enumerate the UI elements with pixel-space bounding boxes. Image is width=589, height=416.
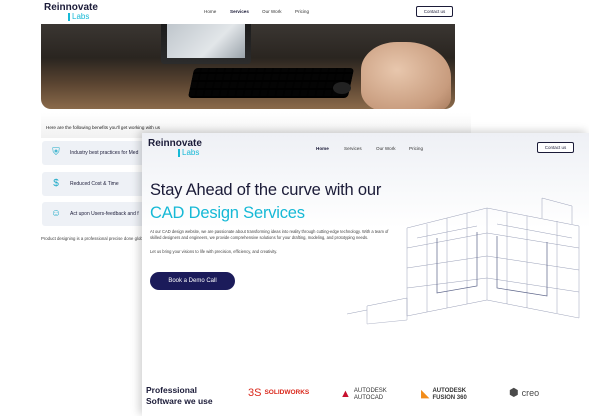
section-fade [142,313,589,373]
autocad-icon: ▲ [340,388,351,400]
autocad-product: AUTOCAD [353,394,384,401]
fusion-product: FUSION 360 [432,394,467,401]
software-section-title: Professional Software we use [146,385,213,407]
nav-home[interactable]: Home [316,146,329,151]
book-demo-button[interactable]: Book a Demo Call [150,272,235,290]
benefit-label: Act upon Users-feedback and f [70,211,139,217]
hero-description: At our CAD design website, we are passio… [150,229,389,240]
building-wireframe-illustration [346,188,589,328]
solidworks-icon: 3S [248,387,262,399]
shield-check-icon: ⛨ [52,147,60,158]
nav-our-work[interactable]: Our Work [376,146,396,151]
logo-subtext: Labs [178,149,202,157]
hero-image [41,24,455,109]
home-page: Reinnovate Labs Home Services Our Work P… [142,133,589,416]
creo-logo: ⬢ creo [509,388,539,399]
nav-our-work[interactable]: Our Work [262,9,282,14]
fusion360-wordmark: AUTODESK FUSION 360 [432,388,466,401]
creo-wordmark: creo [521,388,540,399]
reinnovate-logo[interactable]: Reinnovate Labs [148,139,202,157]
logo-subtext: Labs [68,13,98,21]
monitor-graphic [161,24,251,64]
software-title-line2: Software we use [146,396,213,406]
logo-wordmark: Reinnovate [44,2,98,13]
keyboard-graphic [187,68,355,98]
benefit-label: Industry best practices for Med [70,150,139,156]
benefit-card: ☺ Act upon Users-feedback and f [42,202,152,226]
reinnovate-logo[interactable]: Reinnovate Labs [44,3,98,21]
nav-services[interactable]: Services [230,9,249,14]
autocad-vendor: AUTODESK [353,388,387,394]
fusion360-logo: ◣ AUTODESK FUSION 360 [421,388,467,401]
nav-pricing[interactable]: Pricing [295,9,309,14]
product-design-note: Product designing is a professional prec… [41,236,143,241]
autocad-logo: ▲ AUTODESK AUTOCAD [340,388,387,401]
mouse-graphic [333,82,351,94]
solidworks-logo: 3S SOLIDWORKS [248,388,309,399]
hero-tagline: Let us bring your visions to life with p… [150,249,278,254]
nav-home[interactable]: Home [204,9,216,14]
fusion360-icon: ◣ [421,388,430,400]
hand-graphic [361,42,451,109]
benefits-title: Here are the following benefits you'll g… [46,125,160,130]
nav-pricing[interactable]: Pricing [409,146,423,151]
contact-us-button[interactable]: Contact us [537,142,574,153]
software-title-line1: Professional [146,385,198,395]
solidworks-wordmark: SOLIDWORKS [264,389,310,397]
autocad-wordmark: AUTODESK AUTOCAD [354,388,387,401]
benefit-card: $ Reduced Cost & Time [42,172,152,196]
hero-headline: Stay Ahead of the curve with our [150,181,382,199]
nav-services[interactable]: Services [344,146,362,151]
creo-icon: ⬢ [509,387,519,399]
feedback-icon: ☺ [50,208,62,219]
top-navbar: Reinnovate Labs Home Services Our Work P… [0,0,589,24]
contact-us-button[interactable]: Contact us [416,6,453,17]
hero-headline-accent: CAD Design Services [150,204,305,222]
dollar-icon: $ [53,178,59,189]
benefit-label: Reduced Cost & Time [70,181,119,187]
benefit-card: ⛨ Industry best practices for Med [42,141,152,165]
fusion-vendor: AUTODESK [432,388,467,394]
